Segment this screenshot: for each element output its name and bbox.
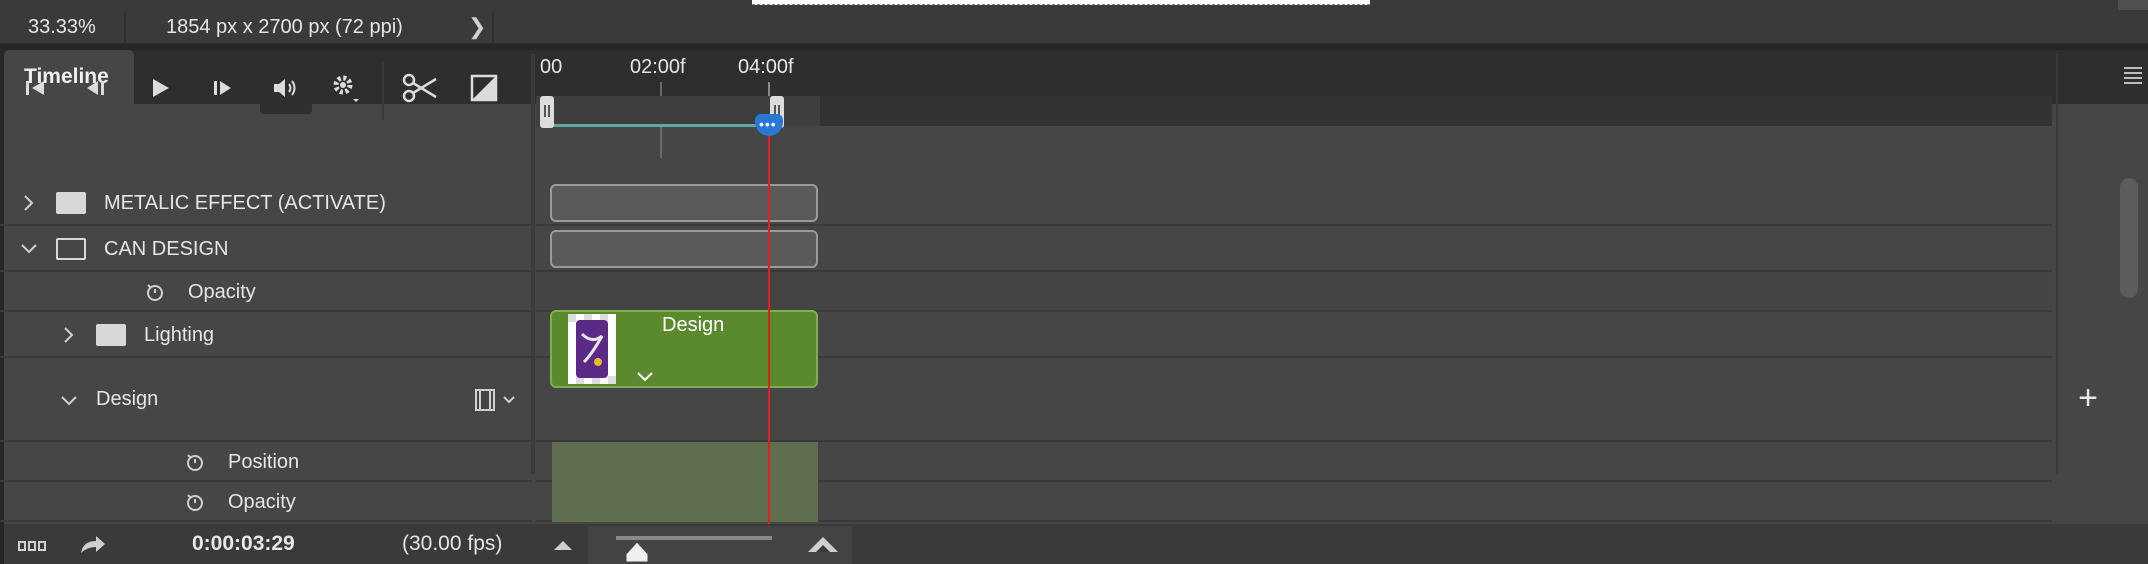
layer-name: Lighting [144, 324, 215, 346]
ruler-tick [768, 82, 770, 96]
playhead-line [768, 126, 770, 524]
status-divider [124, 12, 126, 42]
zoom-slider-thumb[interactable] [624, 540, 650, 564]
timeline-settings-button[interactable] [322, 64, 370, 112]
controls-divider [382, 62, 384, 120]
vertical-scrollbar[interactable] [2120, 178, 2138, 298]
property-name: Opacity [188, 281, 256, 303]
design-clip-thumbnail [568, 314, 616, 384]
ruler-label: 00 [540, 56, 563, 78]
previous-frame-button[interactable] [72, 64, 120, 112]
right-column-divider [2056, 54, 2058, 474]
property-row-opacity[interactable]: Opacity [0, 272, 532, 312]
chevron-down-icon[interactable] [636, 370, 654, 382]
gear-icon [333, 75, 359, 102]
status-divider [492, 12, 494, 42]
layer-row-design[interactable]: Design [0, 358, 532, 442]
design-property-lane [552, 482, 818, 522]
next-frame-icon [214, 81, 231, 95]
next-frame-button[interactable] [198, 64, 246, 112]
scissors-icon [402, 73, 437, 103]
layer-name: METALIC EFFECT (ACTIVATE) [104, 192, 386, 214]
status-bar: 33.33% 1854 px x 2700 px (72 ppi) ❯ [0, 10, 2148, 44]
render-video-icon[interactable] [78, 532, 108, 556]
zoom-in-icon[interactable] [806, 534, 840, 554]
ruler-label: 04:00f [738, 56, 794, 78]
property-row-position[interactable]: Position [0, 442, 532, 482]
zoom-level[interactable]: 33.33% [28, 10, 128, 44]
timeline-footer [4, 524, 2148, 564]
canvas-scrollbar[interactable] [2118, 0, 2148, 10]
group-clip[interactable] [550, 184, 818, 222]
play-icon [153, 79, 169, 97]
current-time[interactable]: 0:00:03:29 [192, 532, 295, 556]
property-name: Opacity [228, 491, 296, 513]
ruler-label: 02:00f [630, 56, 686, 78]
play-button[interactable] [136, 64, 184, 112]
track-opacity [536, 272, 2052, 312]
layer-row-can-design[interactable]: CAN DESIGN [0, 226, 532, 272]
previous-frame-icon [87, 81, 104, 95]
panel-menu-icon[interactable] [2120, 64, 2146, 90]
chevron-down-icon [61, 396, 77, 406]
speaker-icon [274, 79, 296, 97]
chevron-down-icon [21, 244, 37, 254]
folder-icon [96, 324, 126, 346]
document-info: 1854 px x 2700 px (72 ppi) [166, 16, 403, 38]
zoom-out-icon[interactable] [552, 538, 574, 552]
design-property-lane [552, 442, 818, 482]
work-area-start-handle[interactable] [540, 96, 554, 128]
stopwatch-icon [187, 454, 203, 471]
transition-icon [470, 74, 498, 102]
playhead-grip-icon: ••• [759, 116, 777, 132]
chevron-right-icon [64, 327, 74, 343]
video-clip-label: Design [662, 314, 725, 336]
film-strip-icon[interactable] [474, 388, 520, 412]
layer-row-lighting[interactable]: Lighting [0, 312, 532, 358]
frame-rate: (30.00 fps) [402, 532, 503, 555]
split-at-playhead-button[interactable] [396, 64, 444, 112]
layer-name: Design [96, 388, 159, 410]
document-info-menu-icon[interactable]: ❯ [468, 10, 486, 44]
go-to-first-frame-button[interactable] [12, 64, 60, 112]
frame-animation-icon[interactable] [18, 538, 48, 556]
chevron-right-icon [24, 195, 34, 211]
property-name: Position [228, 451, 300, 473]
mute-audio-button[interactable] [260, 62, 312, 114]
document-canvas [752, 0, 1370, 5]
work-area-indicator [548, 124, 768, 127]
property-row-opacity[interactable]: Opacity [0, 482, 532, 522]
folder-icon [56, 192, 86, 214]
stopwatch-icon [147, 284, 163, 301]
layer-row-metalic-effect[interactable]: METALIC EFFECT (ACTIVATE) [0, 180, 532, 226]
folder-open-icon [56, 238, 86, 260]
layer-name: CAN DESIGN [104, 238, 229, 260]
transition-button[interactable] [460, 64, 508, 112]
first-frame-icon [26, 81, 44, 95]
stopwatch-icon [187, 494, 203, 511]
group-clip[interactable] [550, 230, 818, 268]
add-media-button[interactable]: + [2072, 381, 2104, 415]
